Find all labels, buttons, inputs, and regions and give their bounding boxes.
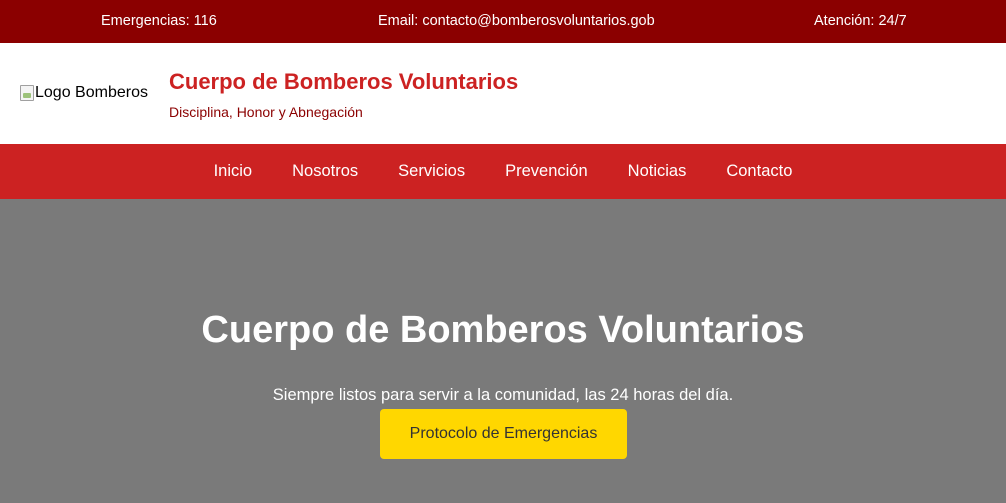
top-info-bar: Emergencias: 116 Email: contacto@bombero…: [0, 0, 1006, 43]
nav-link-noticias[interactable]: Noticias: [628, 162, 687, 180]
nav-link-servicios[interactable]: Servicios: [398, 162, 465, 180]
nav-link-contacto[interactable]: Contacto: [726, 162, 792, 180]
logo-alt-text: Logo Bomberos: [35, 84, 148, 101]
hero-section: Cuerpo de Bomberos Voluntarios Siempre l…: [0, 199, 1006, 503]
emergency-number: Emergencias: 116: [101, 13, 217, 29]
hero-text: Siempre listos para servir a la comunida…: [272, 386, 734, 404]
site-motto: Disciplina, Honor y Abnegación: [169, 104, 363, 120]
nav-link-inicio[interactable]: Inicio: [214, 162, 253, 180]
nav-item-contacto: Contacto: [706, 162, 812, 181]
main-nav: Inicio Nosotros Servicios Prevención Not…: [0, 144, 1006, 199]
broken-image-icon: [20, 85, 34, 101]
service-hours: Atención: 24/7: [814, 13, 907, 29]
nav-item-inicio: Inicio: [194, 162, 273, 181]
emergency-protocol-button[interactable]: Protocolo de Emergencias: [380, 409, 627, 459]
nav-item-prevencion: Prevención: [485, 162, 608, 181]
nav-link-prevencion[interactable]: Prevención: [505, 162, 588, 180]
nav-item-servicios: Servicios: [378, 162, 485, 181]
contact-email: Email: contacto@bomberosvoluntarios.gob: [378, 13, 655, 29]
nav-item-noticias: Noticias: [608, 162, 707, 181]
nav-list: Inicio Nosotros Servicios Prevención Not…: [0, 144, 1006, 199]
nav-item-nosotros: Nosotros: [272, 162, 378, 181]
site-header: Logo Bomberos Cuerpo de Bomberos Volunta…: [0, 43, 1006, 144]
logo[interactable]: Logo Bomberos: [20, 84, 148, 102]
hero-title: Cuerpo de Bomberos Voluntarios: [201, 309, 805, 351]
nav-link-nosotros[interactable]: Nosotros: [292, 162, 358, 180]
site-title: Cuerpo de Bomberos Voluntarios: [169, 69, 519, 94]
